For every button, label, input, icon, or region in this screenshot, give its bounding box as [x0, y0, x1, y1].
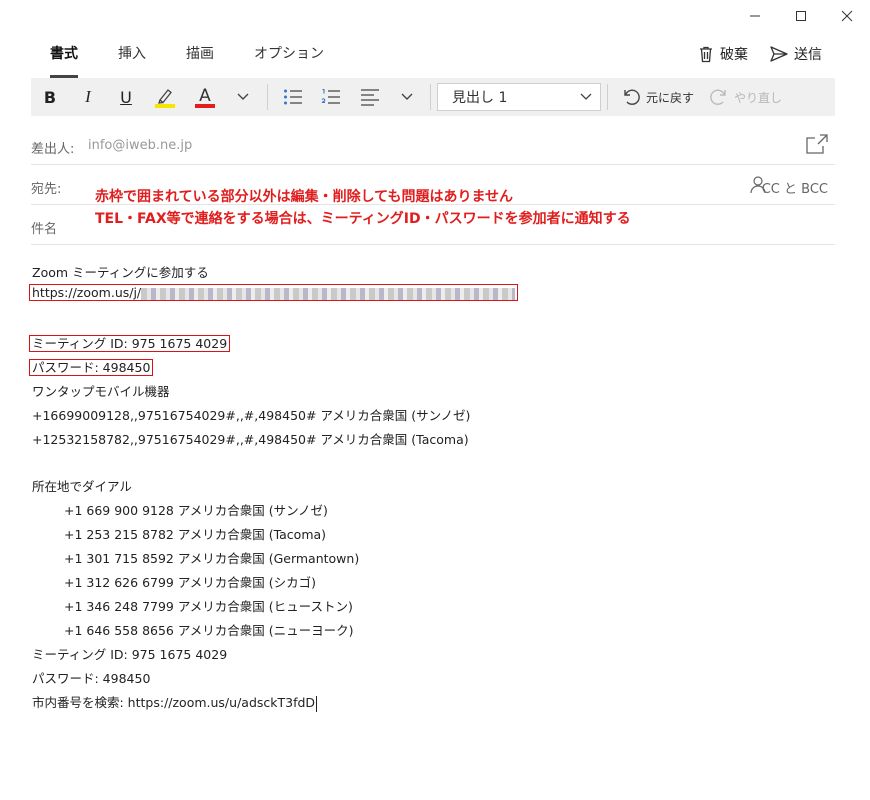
underline-icon: U — [120, 87, 132, 107]
bullet-list-icon — [284, 89, 302, 105]
toolbar-divider — [267, 84, 268, 110]
format-toolbar: B I U A 見出し 1 元に戻す やり直し — [31, 78, 835, 116]
tab-format[interactable]: 書式 — [30, 42, 98, 78]
annotation-note: 赤枠で囲まれている部分以外は編集・削除しても問題はありません — [95, 189, 514, 205]
send-button[interactable]: 送信 — [770, 44, 822, 64]
discard-label: 破棄 — [720, 47, 748, 63]
body-line: 所在地でダイアル — [32, 479, 132, 494]
highlighter-icon — [155, 89, 175, 108]
send-icon — [770, 46, 788, 62]
chevron-down-icon — [401, 93, 413, 100]
bold-button[interactable]: B — [31, 78, 69, 116]
annotation-note: TEL・FAX等で連絡をする場合は、ミーティングID・パスワードを参加者に通知す… — [95, 211, 631, 227]
blurred-url-token — [141, 287, 516, 300]
text-caret — [316, 695, 318, 712]
body-line: ミーティング ID: 975 1675 4029 — [32, 647, 228, 662]
undo-icon — [624, 89, 640, 105]
font-color-letter: A — [199, 86, 211, 106]
one-tap-line: +16699009128,,97516754029#,,#,498450# アメ… — [32, 408, 471, 423]
align-button[interactable] — [350, 78, 390, 116]
body-line: ワンタップモバイル機器 — [32, 384, 170, 399]
from-label: 差出人: — [31, 142, 75, 157]
font-color-button[interactable]: A — [185, 78, 225, 116]
meeting-id-box: ミーティング ID: 975 1675 4029 — [29, 335, 231, 352]
tab-draw[interactable]: 描画 — [166, 42, 234, 72]
subject-label: 件名 — [31, 222, 58, 237]
password-line: パスワード: 498450 — [29, 357, 154, 376]
field-divider — [31, 244, 835, 245]
undo-button[interactable]: 元に戻す — [614, 78, 702, 116]
local-number-line: 市内番号を検索: https://zoom.us/u/adsckT3fdD — [32, 692, 318, 712]
from-value[interactable]: info@iweb.ne.jp — [88, 138, 192, 153]
underline-button[interactable]: U — [107, 78, 145, 116]
font-more-dropdown[interactable] — [225, 78, 261, 116]
popout-button[interactable] — [806, 134, 828, 158]
redo-icon — [710, 89, 726, 105]
dial-line: +1 346 248 7799 アメリカ合衆国 (ヒューストン) — [64, 599, 353, 614]
join-url-line: https://zoom.us/j/ — [29, 284, 519, 301]
discard-button[interactable]: 破棄 — [698, 44, 748, 64]
window-controls — [732, 0, 870, 32]
paragraph-more-dropdown[interactable] — [390, 78, 424, 116]
join-url-box: https://zoom.us/j/ — [29, 284, 519, 301]
minimize-icon — [750, 15, 760, 17]
font-color-icon: A — [195, 86, 215, 108]
redo-label: やり直し — [734, 90, 783, 105]
popout-icon — [806, 134, 828, 154]
message-actions: 破棄 送信 — [676, 44, 822, 64]
redo-button[interactable]: やり直し — [702, 78, 790, 116]
tab-insert[interactable]: 挿入 — [98, 42, 166, 72]
dial-line: +1 253 215 8782 アメリカ合衆国 (Tacoma) — [64, 527, 327, 542]
dial-line: +1 312 626 6799 アメリカ合衆国 (シカゴ) — [64, 575, 316, 590]
highlight-button[interactable] — [145, 78, 185, 116]
heading-style-value: 見出し 1 — [452, 90, 508, 106]
dial-line: +1 646 558 8656 アメリカ合衆国 (ニューヨーク) — [64, 623, 354, 638]
minimize-button[interactable] — [732, 0, 778, 32]
italic-icon: I — [85, 87, 91, 106]
maximize-button[interactable] — [778, 0, 824, 32]
to-label: 宛先: — [31, 182, 62, 197]
meeting-id-line: ミーティング ID: 975 1675 4029 — [29, 333, 231, 352]
body-line: Zoom ミーティングに参加する — [32, 265, 209, 280]
close-icon — [841, 10, 853, 22]
align-left-icon — [361, 89, 379, 106]
ribbon-tabs: 書式 挿入 描画 オプション — [30, 42, 344, 78]
dial-line: +1 669 900 9128 アメリカ合衆国 (サンノゼ) — [64, 503, 328, 518]
field-divider — [31, 164, 835, 165]
toolbar-divider — [430, 84, 431, 110]
tab-options[interactable]: オプション — [234, 42, 344, 72]
password-box: パスワード: 498450 — [29, 359, 154, 376]
maximize-icon — [796, 11, 806, 21]
join-url[interactable]: https://zoom.us/j/ — [32, 285, 141, 300]
bullet-list-button[interactable] — [274, 78, 312, 116]
heading-style-select[interactable]: 見出し 1 — [437, 83, 601, 111]
body-line: パスワード: 498450 — [32, 671, 151, 686]
numbered-list-button[interactable] — [312, 78, 350, 116]
trash-icon — [700, 46, 712, 62]
chevron-down-icon — [237, 93, 249, 100]
toolbar-divider — [607, 84, 608, 110]
undo-label: 元に戻す — [646, 90, 695, 105]
bold-icon: B — [43, 87, 57, 107]
dial-line: +1 301 715 8592 アメリカ合衆国 (Germantown) — [64, 551, 360, 566]
one-tap-line: +12532158782,,97516754029#,,#,498450# アメ… — [32, 432, 469, 447]
numbered-list-icon — [321, 88, 340, 106]
send-label: 送信 — [794, 47, 822, 63]
italic-button[interactable]: I — [69, 78, 107, 116]
local-number-text: 市内番号を検索: https://zoom.us/u/adsckT3fdD — [32, 695, 316, 710]
chevron-down-icon — [580, 93, 592, 100]
close-button[interactable] — [824, 0, 870, 32]
cc-bcc-button[interactable]: CC と BCC — [762, 178, 828, 197]
